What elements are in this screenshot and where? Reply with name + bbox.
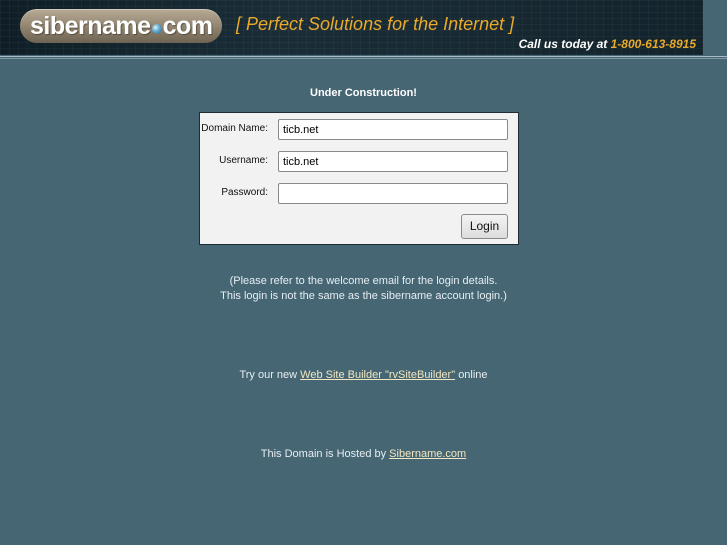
login-button[interactable]: Login (461, 214, 508, 239)
call-us-text: Call us today at 1-800-613-8915 (519, 37, 696, 51)
username-label: Username: (219, 155, 268, 166)
globe-dot-icon (151, 24, 162, 35)
phone-number: 1-800-613-8915 (610, 37, 696, 51)
login-form: Domain Name: Username: Password: Login (199, 112, 519, 245)
logo-name: sibername (30, 12, 151, 40)
domain-label: Domain Name: (201, 123, 268, 134)
site-builder-promo: Try our new Web Site Builder "rvSiteBuil… (0, 369, 727, 381)
sibername-link[interactable]: Sibername.com (389, 448, 466, 460)
password-row: Password: (200, 183, 518, 205)
site-builder-prefix: Try our new (239, 369, 298, 381)
password-input[interactable] (278, 183, 508, 204)
logo-tld: com (162, 12, 213, 40)
tagline: [ Perfect Solutions for the Internet ] (236, 14, 515, 34)
domain-input[interactable] (278, 119, 508, 140)
domain-row: Domain Name: (200, 119, 518, 141)
username-row: Username: (200, 151, 518, 173)
logo[interactable]: sibername com (30, 9, 213, 43)
header-divider (0, 56, 727, 57)
username-input[interactable] (278, 151, 508, 172)
page-heading: Under Construction! (310, 87, 417, 99)
login-note-line2: This login is not the same as the sibern… (220, 290, 507, 302)
call-us-label: Call us today at (518, 37, 608, 51)
site-builder-link[interactable]: Web Site Builder "rvSiteBuilder" (300, 369, 455, 381)
hosted-by-prefix: This Domain is Hosted by (260, 448, 387, 460)
header-divider-secondary (0, 58, 727, 59)
hosted-by-line: This Domain is Hosted by Sibername.com (0, 448, 727, 460)
login-note-line1: (Please refer to the welcome email for t… (229, 275, 498, 287)
header-banner: sibername com [ Perfect Solutions for the… (0, 0, 703, 55)
site-builder-suffix: online (458, 369, 488, 381)
password-label: Password: (221, 187, 268, 198)
